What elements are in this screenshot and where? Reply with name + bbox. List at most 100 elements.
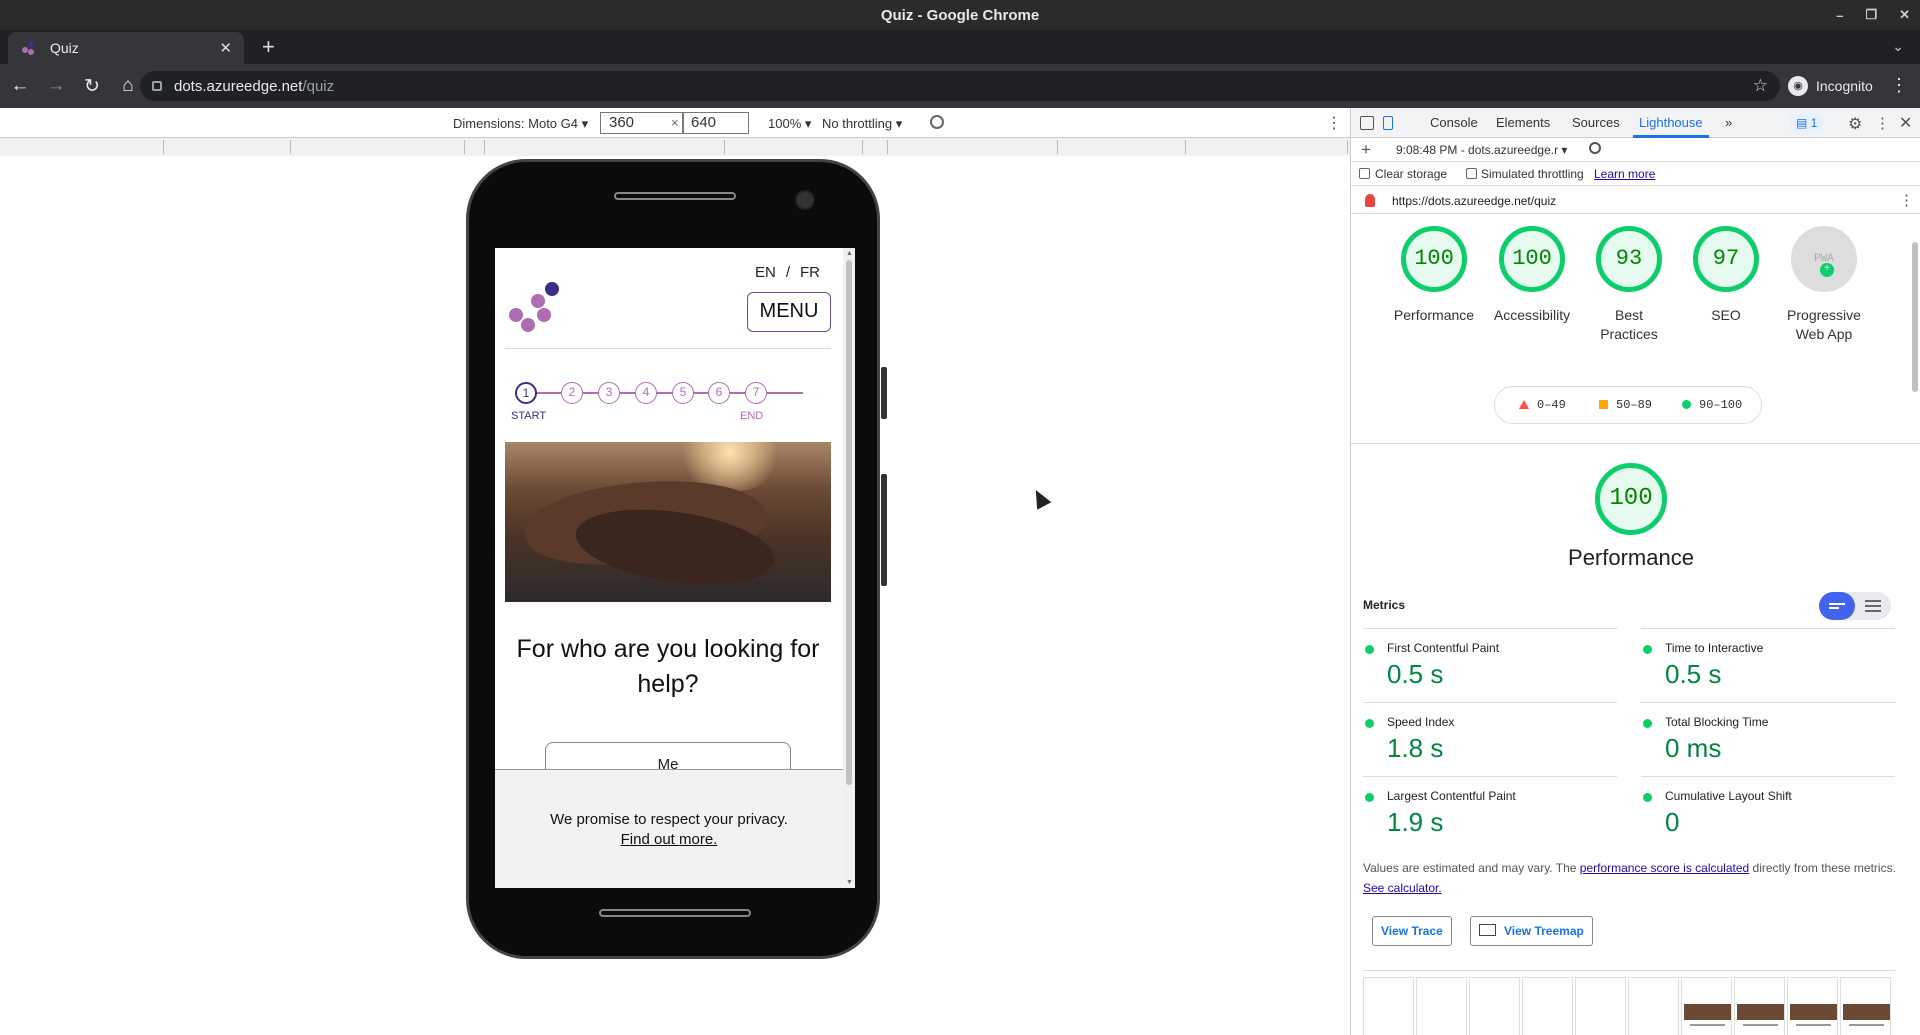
clear-storage-checkbox[interactable] xyxy=(1359,168,1370,179)
restore-icon[interactable]: ❐ xyxy=(1865,7,1877,23)
throttle-select[interactable]: No throttling ▾ xyxy=(822,116,902,132)
devtools-more-icon[interactable]: ⋮ xyxy=(1875,114,1890,132)
phone-side-button xyxy=(881,367,887,419)
page-scrollbar[interactable]: ▲ ▼ xyxy=(843,248,855,888)
forward-icon[interactable]: → xyxy=(40,75,72,97)
report-menu-icon[interactable]: ⋮ xyxy=(1899,191,1914,209)
minimize-icon[interactable]: – xyxy=(1836,8,1843,23)
close-window-icon[interactable]: ✕ xyxy=(1899,7,1910,23)
gauge-best-practices[interactable]: 93 Best Practices xyxy=(1579,226,1679,344)
clear-storage-label: Clear storage xyxy=(1375,167,1448,181)
step-1: 1 xyxy=(515,382,537,404)
pass-circle-icon xyxy=(1682,400,1691,409)
report-url[interactable]: https://dots.azureedge.net/quiz xyxy=(1392,194,1556,208)
tab-sources[interactable]: Sources xyxy=(1572,115,1620,130)
gauge-label: Accessibility xyxy=(1493,307,1571,323)
phone-screen: EN / FR MENU 1 2 3 4 5 6 7 START END For w… xyxy=(495,248,855,888)
filmstrip-frame xyxy=(1363,977,1414,1035)
clear-reports-icon[interactable] xyxy=(1589,142,1601,154)
gauge-score: 100 xyxy=(1401,226,1467,292)
tab-search-icon[interactable]: ⌄ xyxy=(1892,38,1904,55)
see-calculator-link[interactable]: See calculator. xyxy=(1363,881,1442,895)
more-tabs-icon[interactable]: » xyxy=(1725,115,1732,130)
issues-badge[interactable]: ▤ 1 xyxy=(1790,114,1824,132)
tab-strip: Quiz ✕ + ⌄ xyxy=(0,30,1920,64)
devtools-tabbar: Console Elements Sources Lighthouse » ▤ … xyxy=(1351,108,1920,138)
gauge-score: 97 xyxy=(1693,226,1759,292)
address-bar[interactable]: dots.azureedge.net/quiz ☆ xyxy=(140,71,1780,101)
inspect-element-icon[interactable] xyxy=(1360,116,1374,130)
url-path: /quiz xyxy=(302,77,335,95)
scroll-up-icon[interactable]: ▲ xyxy=(846,250,853,257)
tab-close-icon[interactable]: ✕ xyxy=(219,39,232,57)
device-height-input[interactable]: 640 xyxy=(682,112,749,134)
lang-fr[interactable]: FR xyxy=(800,264,820,281)
menu-button[interactable]: MENU xyxy=(747,292,831,332)
step-4: 4 xyxy=(635,382,657,404)
legend-average: 50–89 xyxy=(1616,398,1653,412)
reload-icon[interactable]: ↻ xyxy=(76,75,108,98)
device-toggle-icon[interactable] xyxy=(1383,116,1393,130)
window-title: Quiz - Google Chrome xyxy=(880,6,1040,24)
metrics-view-toggle[interactable] xyxy=(1819,592,1891,620)
rotate-icon[interactable] xyxy=(930,115,944,129)
incognito-indicator[interactable]: ◉ Incognito xyxy=(1788,72,1873,100)
incognito-icon: ◉ xyxy=(1788,76,1808,96)
step-7: 7 xyxy=(745,382,767,404)
window-titlebar: Quiz - Google Chrome – ❐ ✕ xyxy=(0,0,1920,30)
lighthouse-toolbar: + 9:08:48 PM - dots.azureedge.r ▾ xyxy=(1351,138,1920,162)
view-trace-button[interactable]: View Trace xyxy=(1372,916,1452,946)
treemap-icon xyxy=(1479,924,1496,936)
devtools-close-icon[interactable]: ✕ xyxy=(1899,113,1912,133)
hero-image-hands xyxy=(505,442,831,602)
metrics-heading: Metrics xyxy=(1363,598,1406,612)
new-tab-icon[interactable]: + xyxy=(262,36,275,58)
browser-menu-icon[interactable]: ⋮ xyxy=(1890,76,1908,94)
settings-gear-icon[interactable]: ⚙ xyxy=(1848,114,1862,134)
lang-en[interactable]: EN xyxy=(755,264,776,281)
devtools-scrollbar[interactable] xyxy=(1909,228,1920,1035)
gauge-seo[interactable]: 97 SEO xyxy=(1676,226,1776,325)
privacy-text: We promise to respect your privacy. xyxy=(550,811,788,828)
pass-dot-icon xyxy=(1365,793,1374,802)
scroll-down-icon[interactable]: ▼ xyxy=(846,879,853,886)
media-query-ruler[interactable] xyxy=(0,138,1350,156)
filmstrip-frame xyxy=(1469,977,1520,1035)
compact-view-icon[interactable] xyxy=(1819,592,1855,620)
phone-home-bar xyxy=(599,909,751,917)
metric-value: 0.5 s xyxy=(1665,659,1722,689)
tab-console[interactable]: Console xyxy=(1430,115,1478,130)
gauge-pwa[interactable]: PWA + Progressive Web App xyxy=(1774,226,1874,344)
favicon-icon xyxy=(20,40,36,56)
view-treemap-button[interactable]: View Treemap xyxy=(1470,916,1593,946)
site-logo[interactable] xyxy=(509,282,565,332)
gauge-score: 100 xyxy=(1499,226,1565,292)
tab-lighthouse[interactable]: Lighthouse xyxy=(1639,115,1703,130)
metric-tti: Time to Interactive 0.5 s xyxy=(1641,628,1895,702)
report-select[interactable]: 9:08:48 PM - dots.azureedge.r ▾ xyxy=(1396,143,1567,157)
legend-fail: 0–49 xyxy=(1537,398,1566,412)
simulated-throttling-checkbox[interactable] xyxy=(1466,168,1477,179)
tab-quiz[interactable]: Quiz ✕ xyxy=(8,32,244,64)
filmstrip-frame xyxy=(1734,977,1785,1035)
gauge-label: SEO xyxy=(1711,307,1741,323)
metric-name: Total Blocking Time xyxy=(1665,715,1769,729)
device-toolbar-more-icon[interactable]: ⋮ xyxy=(1326,113,1342,133)
perf-score-calculated-link[interactable]: performance score is calculated xyxy=(1580,861,1749,875)
new-report-icon[interactable]: + xyxy=(1361,140,1371,160)
lock-icon[interactable] xyxy=(152,81,162,91)
bookmark-star-icon[interactable]: ☆ xyxy=(1753,76,1768,96)
privacy-link[interactable]: Find out more. xyxy=(621,831,718,848)
metric-name: Time to Interactive xyxy=(1665,641,1764,655)
lighthouse-options: Clear storage Simulated throttling Learn… xyxy=(1351,162,1920,186)
device-select[interactable]: Dimensions: Moto G4 ▾ xyxy=(453,116,588,132)
back-icon[interactable]: ← xyxy=(4,75,36,97)
tab-elements[interactable]: Elements xyxy=(1496,115,1550,130)
gauge-performance[interactable]: 100 Performance xyxy=(1384,226,1484,325)
learn-more-link[interactable]: Learn more xyxy=(1594,167,1655,181)
metric-name: First Contentful Paint xyxy=(1387,641,1500,655)
privacy-banner: We promise to respect your privacy. Find… xyxy=(495,769,843,888)
gauge-accessibility[interactable]: 100 Accessibility xyxy=(1482,226,1582,325)
window-controls: – ❐ ✕ xyxy=(1836,0,1910,30)
zoom-select[interactable]: 100% ▾ xyxy=(768,116,811,132)
